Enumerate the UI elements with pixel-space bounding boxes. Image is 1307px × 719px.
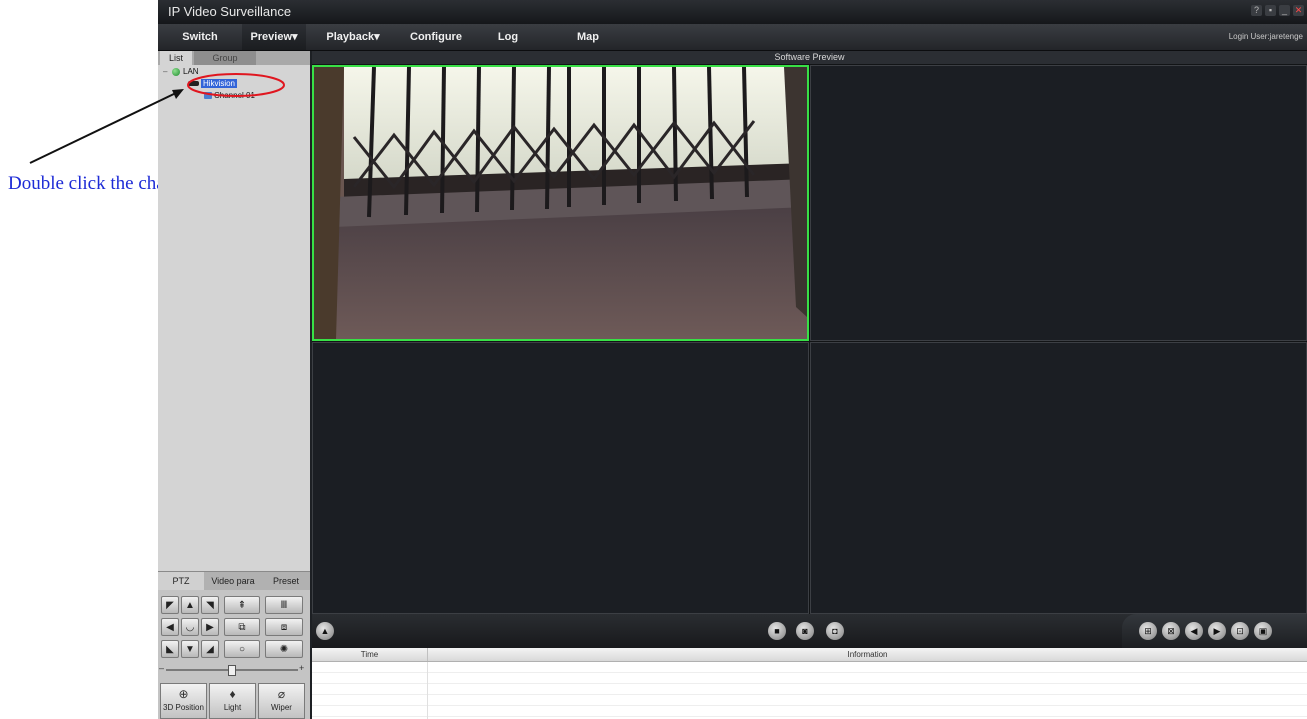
save-view-icon[interactable]: ▣ (1254, 622, 1272, 640)
ptz-zoom-out-button[interactable]: Ⅲ (265, 596, 303, 614)
stop-all-icon[interactable]: ■ (768, 622, 786, 640)
speed-plus-icon: + (299, 663, 305, 673)
close-icon[interactable]: ✕ (1293, 5, 1304, 16)
next-page-icon[interactable]: ▶ (1208, 622, 1226, 640)
zoom-icon: ⊕ (178, 687, 189, 701)
ptz-up-right-button[interactable]: ◥ (201, 596, 219, 614)
globe-icon (172, 67, 180, 76)
lock-icon[interactable]: ▪ (1265, 5, 1276, 16)
tree-node-lan-label: LAN (183, 67, 199, 76)
light-bulb-icon: ♦ (229, 687, 236, 701)
ptz-section: PTZ Video para Preset ◤ ▲ ◥ ⇞ Ⅲ ◀ ◡ ▶ ⧉ … (158, 571, 310, 719)
log-column-divider (427, 662, 428, 719)
prev-page-icon[interactable]: ◀ (1185, 622, 1203, 640)
ptz-down-right-button[interactable]: ◢ (201, 640, 219, 658)
ptz-down-button[interactable]: ▼ (181, 640, 199, 658)
ptz-down-left-button[interactable]: ◣ (161, 640, 179, 658)
light-button[interactable]: ♦ Light (209, 683, 256, 719)
sequence-icon[interactable]: ⊡ (1231, 622, 1249, 640)
wiper-label: Wiper (271, 703, 292, 712)
wiper-icon: ⌀ (277, 687, 286, 701)
menu-configure[interactable]: Configure (398, 24, 474, 50)
log-panel: Time Information (312, 648, 1307, 719)
video-pane-3[interactable] (312, 342, 809, 614)
camera-feed-image (314, 67, 807, 339)
log-column-time[interactable]: Time (312, 648, 428, 661)
help-icon[interactable]: ? (1251, 5, 1262, 16)
tree-node-device-label: Hikvision (201, 79, 238, 88)
capture-icon[interactable]: ◘ (826, 622, 844, 640)
title-bar: IP Video Surveillance ? ▪ _ ✕ (158, 0, 1307, 24)
fullscreen-icon[interactable]: ⊠ (1162, 622, 1180, 640)
ptz-right-button[interactable]: ▶ (201, 618, 219, 636)
speed-minus-icon: – (159, 663, 165, 673)
menu-preview[interactable]: Preview▾ (242, 24, 306, 50)
ptz-focus-far-button[interactable]: ⧈ (265, 618, 303, 636)
tree-node-lan[interactable]: – LAN (163, 67, 199, 76)
ptz-iris-open-button[interactable]: ○ (224, 640, 260, 658)
tab-ptz[interactable]: PTZ (158, 572, 204, 590)
log-column-information[interactable]: Information (428, 648, 1307, 661)
layout-icon[interactable]: ⊞ (1139, 622, 1157, 640)
ptz-left-button[interactable]: ◀ (161, 618, 179, 636)
video-pane-4[interactable] (810, 342, 1307, 614)
list-tabs: List Group (158, 51, 310, 65)
app-window: IP Video Surveillance ? ▪ _ ✕ Switch Pre… (158, 0, 1307, 719)
window-title: IP Video Surveillance (168, 4, 292, 19)
wiper-button[interactable]: ⌀ Wiper (258, 683, 305, 719)
log-body (312, 662, 1307, 719)
tab-video-para[interactable]: Video para (206, 572, 260, 590)
ptz-zoom-in-button[interactable]: ⇞ (224, 596, 260, 614)
tree-node-channel-label: Channel 01 (214, 91, 255, 100)
login-user-label: Login User:jaretenge (1228, 32, 1303, 41)
camera-icon (204, 92, 212, 100)
ptz-tabs: PTZ Video para Preset (158, 571, 310, 590)
video-pane-1[interactable] (312, 65, 809, 341)
menu-playback[interactable]: Playback▾ (318, 24, 388, 50)
collapse-icon[interactable]: – (163, 67, 169, 76)
preview-title: Software Preview (312, 51, 1307, 64)
3d-position-label: 3D Position (163, 703, 204, 712)
dvr-device-icon (188, 81, 199, 87)
log-header: Time Information (312, 648, 1307, 662)
video-pane-2[interactable] (810, 65, 1307, 341)
preview-toolbar: ▲ ■ ◙ ◘ ⊞ ⊠ ◀ ▶ ⊡ ▣ (312, 614, 1307, 648)
main-menu-bar: Switch Preview▾ Playback▾ Configure Log … (158, 24, 1307, 51)
ptz-up-left-button[interactable]: ◤ (161, 596, 179, 614)
annotation-arrow-line (29, 91, 179, 164)
minimize-icon[interactable]: _ (1279, 5, 1290, 16)
ptz-up-button[interactable]: ▲ (181, 596, 199, 614)
menu-log[interactable]: Log (488, 24, 528, 50)
ptz-auto-scan-button[interactable]: ◡ (181, 618, 199, 636)
tree-node-device[interactable]: Hikvision (188, 79, 238, 88)
alarm-icon[interactable]: ▲ (316, 622, 334, 640)
ptz-focus-near-button[interactable]: ⧉ (224, 618, 260, 636)
tree-node-channel[interactable]: Channel 01 (204, 91, 255, 100)
record-icon[interactable]: ◙ (796, 622, 814, 640)
tab-preset[interactable]: Preset (262, 572, 310, 590)
menu-switch[interactable]: Switch (158, 24, 242, 50)
light-label: Light (223, 703, 242, 712)
preview-area: Software Preview ▲ ■ ◙ ◘ ⊞ ⊠ ◀ ▶ ⊡ ▣ Tim… (312, 51, 1307, 719)
left-panel: List Group – LAN Hikvision Channel 01 PTZ… (158, 51, 310, 719)
menu-map[interactable]: Map (568, 24, 608, 50)
device-tree: – LAN Hikvision Channel 01 (158, 66, 310, 571)
ptz-iris-close-button[interactable]: ✺ (265, 640, 303, 658)
ptz-speed-slider-thumb[interactable] (228, 665, 236, 676)
tab-group[interactable]: Group (194, 51, 256, 65)
tab-list[interactable]: List (160, 51, 192, 65)
3d-position-button[interactable]: ⊕ 3D Position (160, 683, 207, 719)
